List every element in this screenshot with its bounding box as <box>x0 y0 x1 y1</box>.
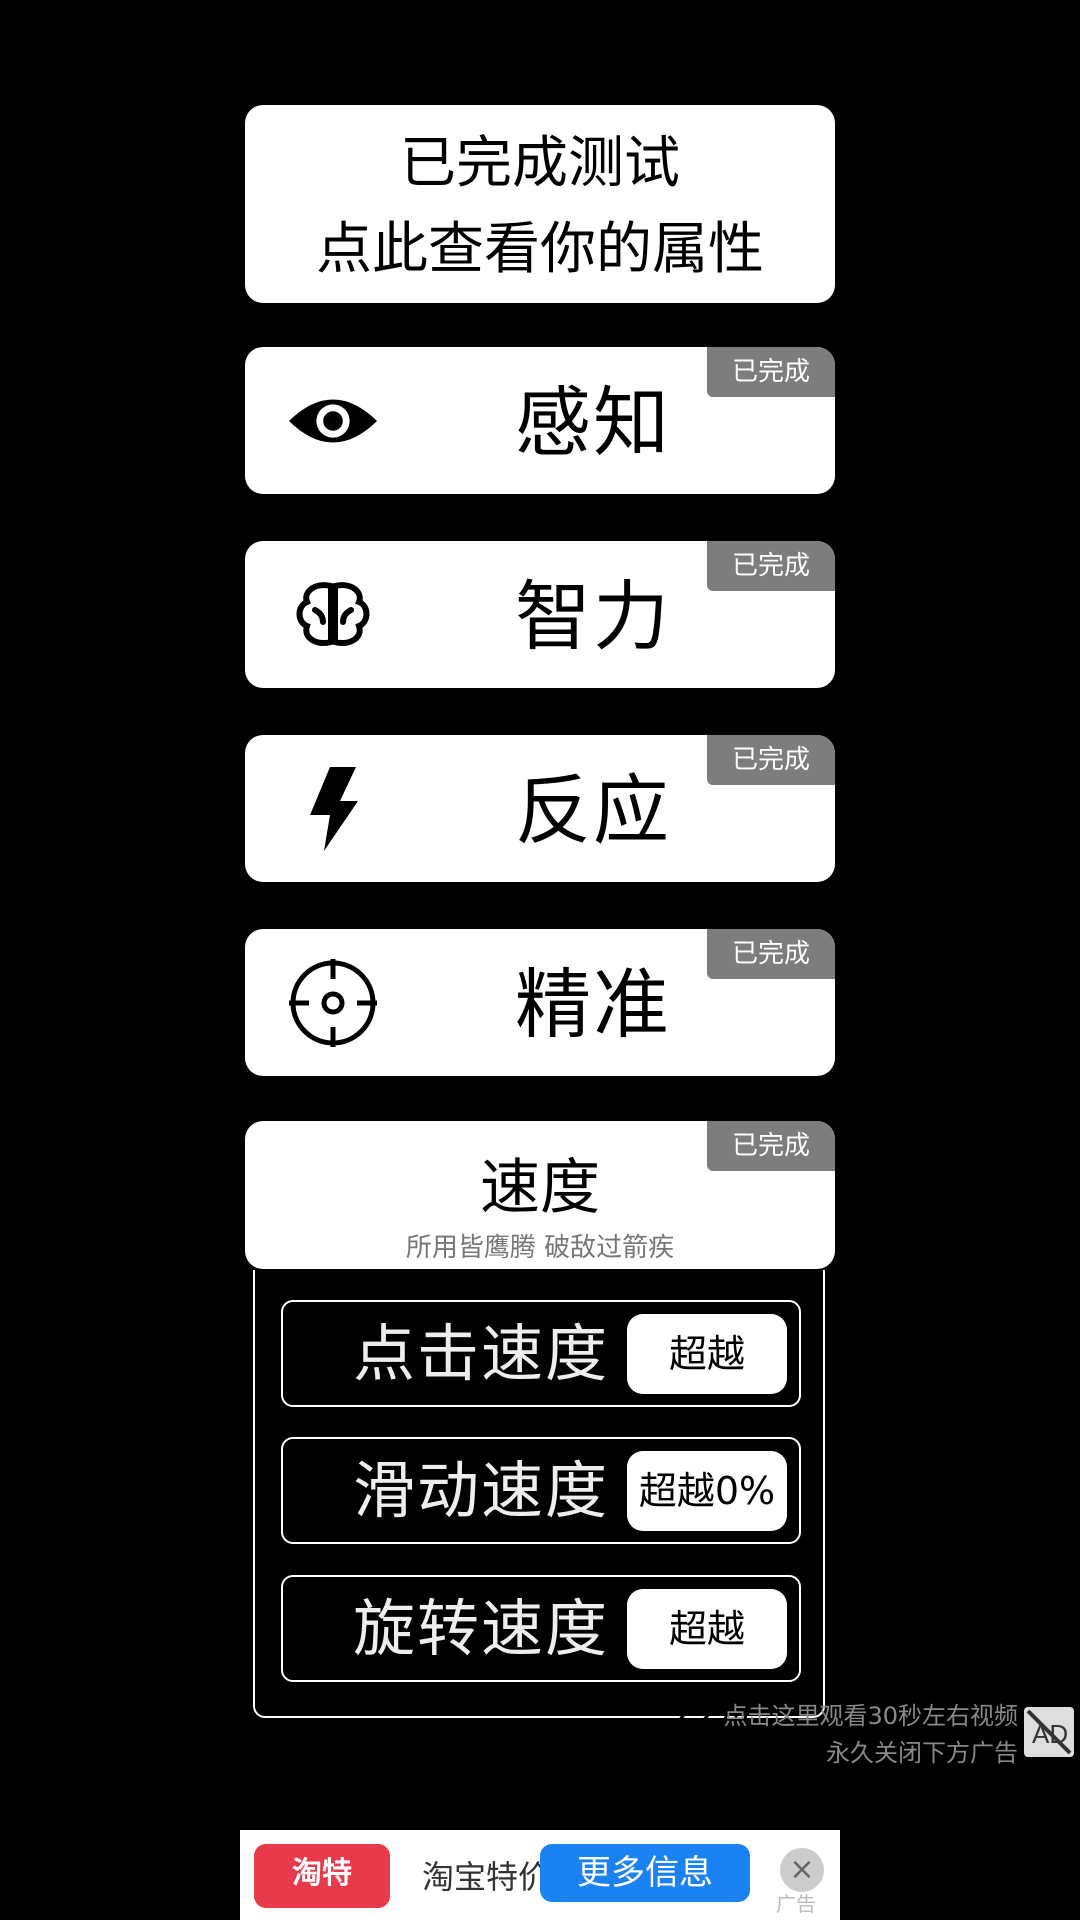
remove-ads-notice[interactable]: 点击这里观看30秒左右视频 永久关闭下方广告 <box>723 1698 1018 1772</box>
speed-row-value: 超越99% <box>627 1589 787 1731</box>
attribute-card-intelligence[interactable]: 智力 已完成 <box>245 541 835 688</box>
completed-badge: 已完成 <box>707 347 835 397</box>
attribute-label: 智力 <box>515 572 671 661</box>
ad-tag: 广告 <box>776 1892 816 1916</box>
view-attributes-card[interactable]: 已完成测试 点此查看你的属性 <box>245 105 835 303</box>
attribute-label: 反应 <box>515 766 671 855</box>
completed-badge: 已完成 <box>707 929 835 979</box>
brain-icon <box>287 569 379 661</box>
speed-row-tap: 点击速度 超越99% <box>281 1300 801 1456</box>
more-info-button[interactable]: 更多信息 <box>540 1844 750 1902</box>
attribute-label: 精准 <box>515 960 671 1049</box>
eye-icon <box>287 375 379 467</box>
speed-row-label: 旋转速度 <box>353 1592 610 1665</box>
lightning-icon <box>287 763 379 855</box>
attribute-card-reaction[interactable]: 反应 已完成 <box>245 735 835 882</box>
speed-row-label: 滑动速度 <box>353 1454 610 1527</box>
speed-row-value: 超越0% <box>627 1451 787 1531</box>
completed-badge: 已完成 <box>707 1121 835 1171</box>
summary-line1: 已完成测试 <box>400 131 680 196</box>
attribute-card-perception[interactable]: 感知 已完成 <box>245 347 835 494</box>
attribute-label: 感知 <box>515 378 671 467</box>
speed-row-label: 点击速度 <box>353 1317 610 1390</box>
crosshair-icon <box>287 957 379 1049</box>
attribute-card-precision[interactable]: 精准 已完成 <box>245 929 835 1076</box>
speed-row-value: 超越99% <box>627 1314 787 1456</box>
close-icon[interactable]: × <box>780 1848 824 1892</box>
speed-row-rotate: 旋转速度 超越99% <box>281 1575 801 1731</box>
remove-ads-line1: 点击这里观看30秒左右视频 <box>723 1702 1018 1730</box>
banner-logo: 淘特 <box>254 1844 390 1908</box>
completed-badge: 已完成 <box>707 541 835 591</box>
speed-row-swipe: 滑动速度 超越0% <box>281 1437 801 1544</box>
speed-subtitle: 所用皆鹰腾 破敌过箭疾 <box>405 1233 675 1263</box>
attribute-card-speed[interactable]: 速度 所用皆鹰腾 破敌过箭疾 已完成 <box>245 1121 835 1269</box>
banner-title: 淘宝特价 <box>422 1858 551 1896</box>
completed-badge: 已完成 <box>707 735 835 785</box>
summary-line2: 点此查看你的属性 <box>316 217 764 282</box>
banner-ad[interactable]: 淘特 淘宝特价 更多信息 × 广告 <box>240 1830 840 1920</box>
remove-ads-line2: 永久关闭下方广告 <box>826 1739 1018 1767</box>
speed-detail-panel: 点击速度 超越99% 滑动速度 超越0% 旋转速度 超越99% <box>253 1270 825 1731</box>
ad-block-icon[interactable]: AD <box>1024 1707 1074 1757</box>
